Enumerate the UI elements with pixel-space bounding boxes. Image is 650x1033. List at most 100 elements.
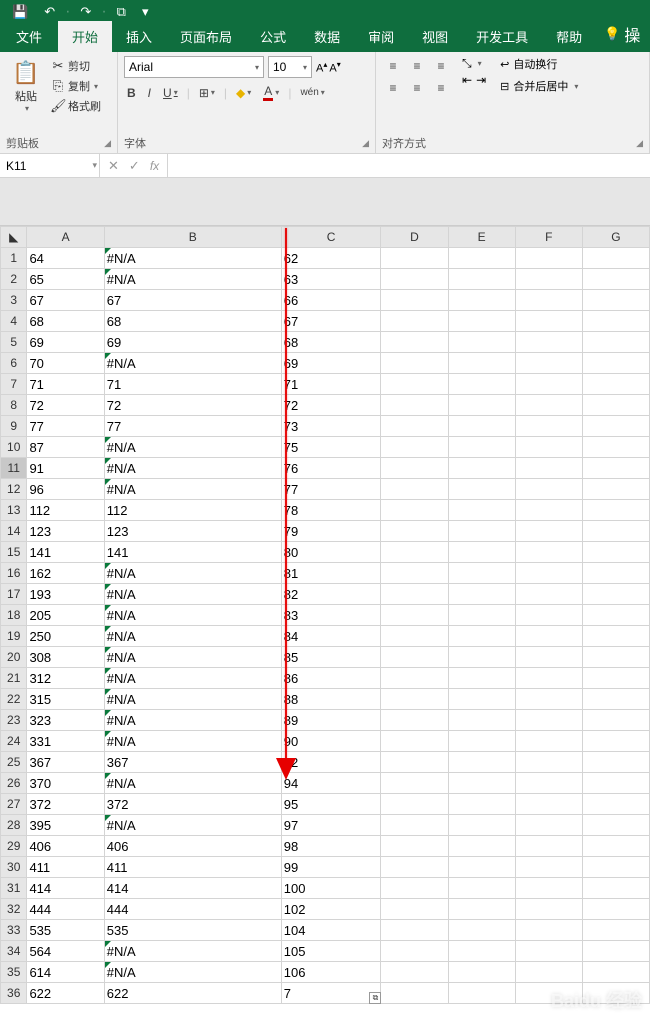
align-left-button[interactable]: ≡ <box>382 78 404 98</box>
cell[interactable] <box>582 521 649 542</box>
cell[interactable]: 70 <box>27 353 104 374</box>
chevron-down-icon[interactable]: ▾ <box>92 160 97 171</box>
cell[interactable] <box>515 836 582 857</box>
cell[interactable] <box>448 920 515 941</box>
cell[interactable] <box>582 605 649 626</box>
cell[interactable] <box>582 815 649 836</box>
redo-icon[interactable]: ↷ <box>74 2 97 22</box>
cell[interactable] <box>582 731 649 752</box>
tab-插入[interactable]: 插入 <box>112 21 166 52</box>
cell[interactable] <box>582 437 649 458</box>
cell[interactable]: 76 <box>281 458 381 479</box>
col-header-G[interactable]: G <box>582 227 649 248</box>
row-header[interactable]: 5 <box>1 332 27 353</box>
tab-帮助[interactable]: 帮助 <box>542 21 596 52</box>
row-header[interactable]: 6 <box>1 353 27 374</box>
cell[interactable]: 71 <box>281 374 381 395</box>
cell[interactable]: 79 <box>281 521 381 542</box>
cell[interactable] <box>448 794 515 815</box>
cell[interactable] <box>381 815 448 836</box>
col-header-D[interactable]: D <box>381 227 448 248</box>
cell[interactable] <box>515 668 582 689</box>
cell[interactable] <box>582 332 649 353</box>
row-header[interactable]: 22 <box>1 689 27 710</box>
cell[interactable]: 72 <box>27 395 104 416</box>
cell[interactable]: 68 <box>104 311 281 332</box>
cell[interactable] <box>515 605 582 626</box>
row-header[interactable]: 15 <box>1 542 27 563</box>
row-header[interactable]: 1 <box>1 248 27 269</box>
col-header-E[interactable]: E <box>448 227 515 248</box>
cell[interactable] <box>515 731 582 752</box>
cell[interactable]: 95 <box>281 794 381 815</box>
cell[interactable] <box>582 920 649 941</box>
row-header[interactable]: 9 <box>1 416 27 437</box>
cell[interactable] <box>381 563 448 584</box>
cell[interactable] <box>381 332 448 353</box>
cell[interactable] <box>515 374 582 395</box>
cell[interactable]: 323 <box>27 710 104 731</box>
cell[interactable]: 71 <box>27 374 104 395</box>
cell[interactable]: #N/A <box>104 941 281 962</box>
cell[interactable]: 77 <box>27 416 104 437</box>
tab-file[interactable]: 文件 <box>0 21 58 52</box>
cell[interactable] <box>448 500 515 521</box>
cell[interactable] <box>582 983 649 1004</box>
cell[interactable] <box>582 479 649 500</box>
cell[interactable] <box>381 731 448 752</box>
row-header[interactable]: 31 <box>1 878 27 899</box>
cell[interactable]: 535 <box>104 920 281 941</box>
cell[interactable]: 622 <box>27 983 104 1004</box>
cut-button[interactable]: ✂剪切 <box>50 56 101 76</box>
cell[interactable]: 406 <box>104 836 281 857</box>
align-top-button[interactable]: ≡ <box>382 56 404 76</box>
row-header[interactable]: 13 <box>1 500 27 521</box>
border-button[interactable]: ⊞▾ <box>196 84 218 102</box>
cell[interactable] <box>381 311 448 332</box>
cell[interactable] <box>582 710 649 731</box>
row-header[interactable]: 3 <box>1 290 27 311</box>
cell[interactable]: 622 <box>104 983 281 1004</box>
orientation-button[interactable]: ⤡▾ <box>462 56 486 71</box>
cell[interactable]: #N/A <box>104 773 281 794</box>
cell[interactable]: 411 <box>104 857 281 878</box>
copy-button[interactable]: ⎘复制▾ <box>50 76 101 96</box>
row-header[interactable]: 21 <box>1 668 27 689</box>
cell[interactable]: #N/A <box>104 479 281 500</box>
cell[interactable] <box>381 437 448 458</box>
tab-开发工具[interactable]: 开发工具 <box>462 21 542 52</box>
cell[interactable]: 80 <box>281 542 381 563</box>
cell[interactable] <box>582 248 649 269</box>
cell[interactable] <box>515 983 582 1004</box>
cell[interactable] <box>448 857 515 878</box>
cancel-formula-button[interactable]: ✕ <box>108 158 119 174</box>
cell[interactable]: #N/A <box>104 437 281 458</box>
phonetic-button[interactable]: wén▾ <box>297 85 327 100</box>
cell[interactable]: 331 <box>27 731 104 752</box>
cell[interactable] <box>515 773 582 794</box>
align-bottom-button[interactable]: ≡ <box>430 56 452 76</box>
col-header-C[interactable]: C <box>281 227 381 248</box>
cell[interactable] <box>582 836 649 857</box>
cell[interactable]: #N/A <box>104 248 281 269</box>
cell[interactable] <box>582 689 649 710</box>
cell[interactable]: 367 <box>104 752 281 773</box>
cell[interactable]: #N/A <box>104 710 281 731</box>
cell[interactable] <box>515 878 582 899</box>
cell[interactable] <box>448 773 515 794</box>
row-header[interactable]: 23 <box>1 710 27 731</box>
cell[interactable]: 250 <box>27 626 104 647</box>
row-header[interactable]: 25 <box>1 752 27 773</box>
cell[interactable] <box>582 878 649 899</box>
cell[interactable] <box>448 941 515 962</box>
cell[interactable] <box>448 647 515 668</box>
cell[interactable] <box>448 353 515 374</box>
cell[interactable]: 67 <box>104 290 281 311</box>
cell[interactable] <box>515 542 582 563</box>
clipboard-dialog-launcher[interactable]: ◢ <box>104 138 111 149</box>
cell[interactable] <box>582 290 649 311</box>
cell[interactable] <box>381 773 448 794</box>
row-header[interactable]: 28 <box>1 815 27 836</box>
col-header-F[interactable]: F <box>515 227 582 248</box>
increase-font-button[interactable]: A▴ <box>316 60 327 75</box>
